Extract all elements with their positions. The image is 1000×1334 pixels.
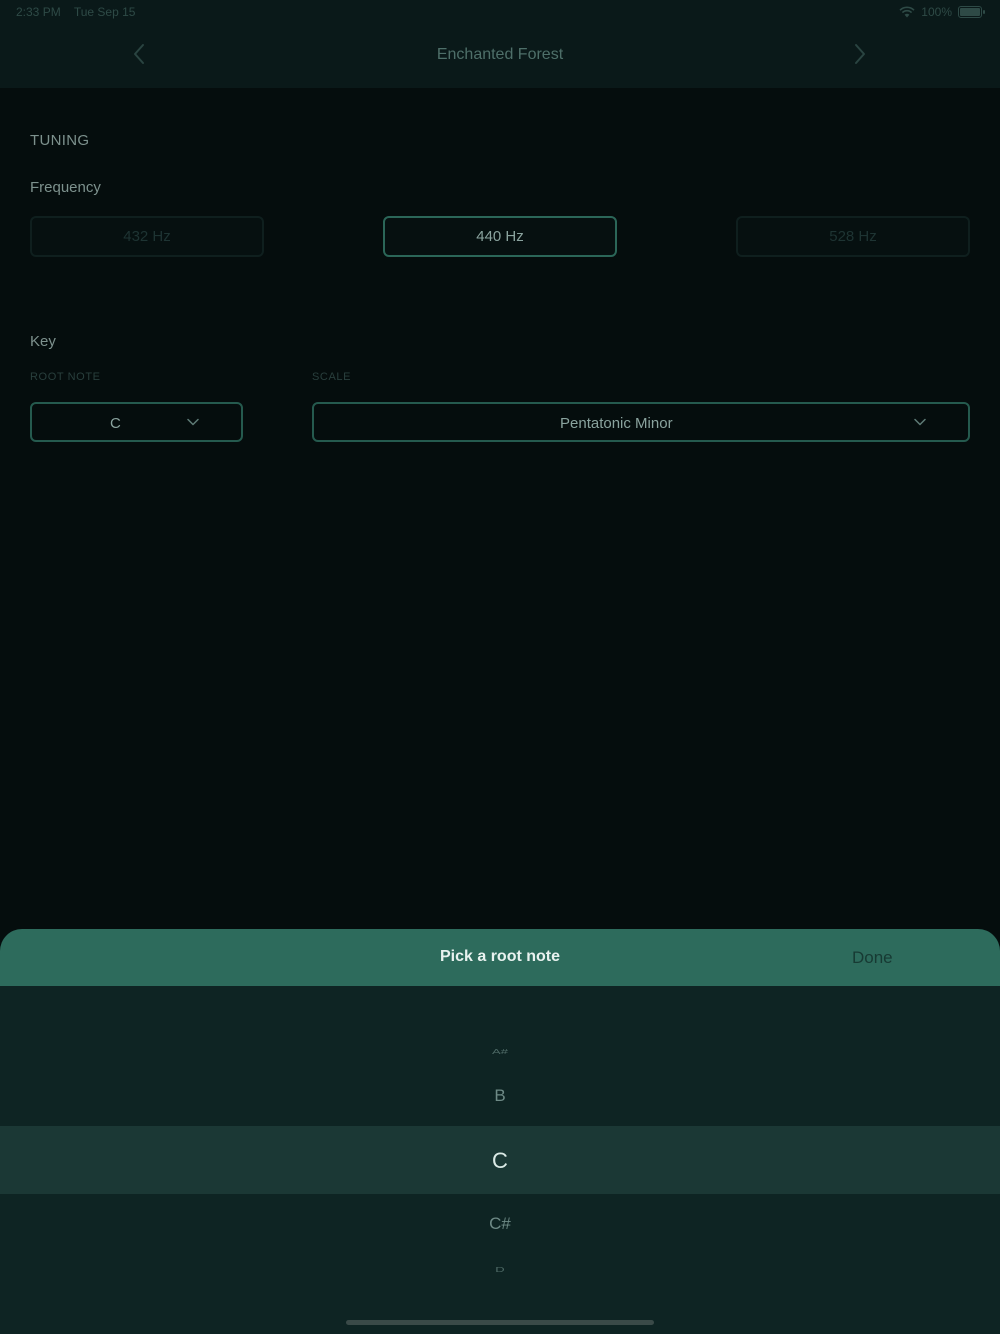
battery-icon — [958, 6, 985, 18]
scale-value: Pentatonic Minor — [560, 415, 673, 432]
picker-item-selected[interactable]: C — [0, 1148, 1000, 1174]
picker-header: Pick a root note Done — [0, 929, 1000, 986]
status-bar: 2:33 PM Tue Sep 15 100% — [0, 0, 1000, 24]
picker-item[interactable]: C# — [0, 1214, 1000, 1234]
battery-percent: 100% — [921, 5, 952, 19]
root-note-picker[interactable]: A# B C C# D — [0, 986, 1000, 1334]
picker-item[interactable]: B — [0, 1086, 1000, 1106]
root-note-value: C — [110, 415, 121, 432]
frequency-label: Frequency — [30, 179, 101, 196]
key-label: Key — [30, 333, 56, 350]
chevron-down-icon — [914, 418, 926, 426]
status-date: Tue Sep 15 — [73, 5, 136, 19]
done-button[interactable]: Done — [852, 948, 893, 968]
chevron-down-icon — [187, 418, 199, 426]
root-note-label: ROOT NOTE — [30, 371, 101, 383]
frequency-528-button[interactable]: 528 Hz — [736, 216, 970, 257]
section-title-tuning: TUNING — [30, 132, 90, 149]
scale-label: SCALE — [312, 371, 352, 383]
wifi-icon — [899, 6, 915, 18]
picker-item[interactable]: D — [0, 1265, 1000, 1273]
status-time: 2:33 PM — [16, 5, 61, 19]
screen: Enchanted Forest 2:33 PM Tue Sep 15 100%… — [0, 0, 1000, 1334]
frequency-432-button[interactable]: 432 Hz — [30, 216, 264, 257]
frequency-440-button[interactable]: 440 Hz — [383, 216, 617, 257]
home-indicator[interactable] — [346, 1320, 654, 1325]
chevron-right-icon[interactable] — [852, 42, 868, 66]
root-note-select[interactable]: C — [30, 402, 243, 442]
nav-title: Enchanted Forest — [436, 46, 564, 63]
picker-title: Pick a root note — [439, 948, 561, 965]
picker-item[interactable]: A# — [0, 1047, 1000, 1055]
scale-select[interactable]: Pentatonic Minor — [312, 402, 970, 442]
